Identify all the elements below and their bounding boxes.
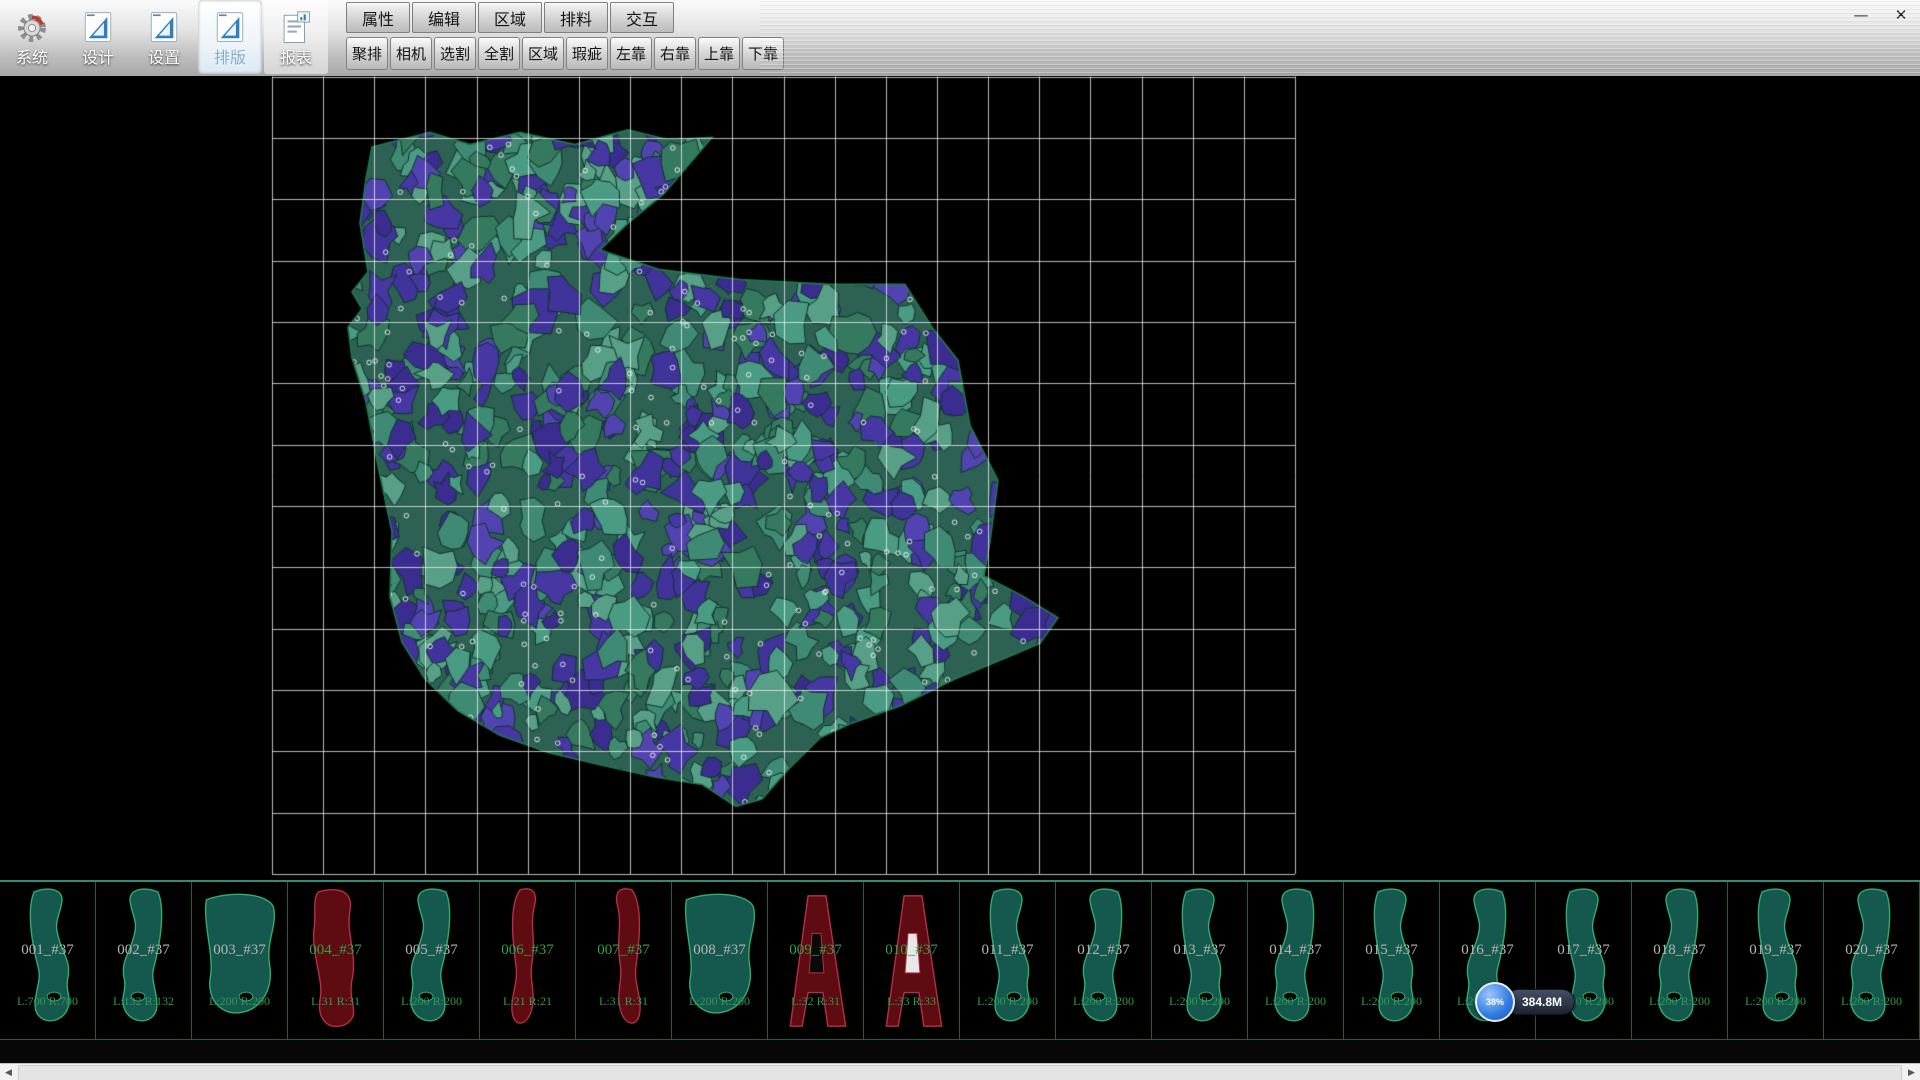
piece-shape [1824, 882, 1920, 1040]
btn-select-cut[interactable]: 选割 [434, 37, 476, 70]
piece-shape [1152, 882, 1248, 1040]
piece-thumbnail-009[interactable]: 009_#37L:32 R:31 [768, 882, 864, 1040]
menu-button-row: 聚排相机选割全割区域瑕疵左靠右靠上靠下靠 [346, 37, 784, 70]
toolbar-item-label: 报表 [280, 50, 312, 67]
piece-thumbnail-019[interactable]: 019_#37L:200 R:200 [1728, 882, 1824, 1040]
piece-shape [288, 882, 384, 1040]
piece-shape [1344, 882, 1440, 1040]
piece-shape [672, 882, 768, 1040]
scrollbar-left-arrow[interactable]: ◀ [0, 1064, 17, 1080]
piece-shape [480, 882, 576, 1040]
piece-shape [960, 882, 1056, 1040]
minimize-button[interactable]: — [1848, 4, 1874, 26]
toolbar-item-label: 排版 [214, 50, 246, 67]
piece-shape [192, 882, 288, 1040]
piece-shape [1728, 882, 1824, 1040]
piece-shape [864, 882, 960, 1040]
btn-defect[interactable]: 瑕疵 [566, 37, 608, 70]
app-window: { "window": { "minimize_label": "—", "cl… [0, 0, 1920, 1080]
progress-badge: 38% [1475, 982, 1515, 1022]
memory-value: 384.8M [1522, 995, 1562, 1009]
window-controls: — ✕ [1848, 4, 1914, 26]
scrollbar-right-arrow[interactable]: ▶ [1903, 1064, 1920, 1080]
piece-thumbnail-015[interactable]: 015_#37L:200 R:200 [1344, 882, 1440, 1040]
piece-thumbnail-006[interactable]: 006_#37L:21 R:21 [480, 882, 576, 1040]
scrollbar-thumb[interactable] [18, 1065, 1902, 1080]
piece-thumbnail-007[interactable]: 007_#37L:31 R:31 [576, 882, 672, 1040]
btn-region[interactable]: 区域 [522, 37, 564, 70]
nesting-workspace [0, 76, 1920, 880]
piece-thumbnail-014[interactable]: 014_#37L:200 R:200 [1248, 882, 1344, 1040]
toolbar-item-design[interactable]: 设计 [66, 0, 130, 74]
piece-shape [384, 882, 480, 1040]
ruler-icon [81, 8, 115, 48]
piece-thumbnail-002[interactable]: 002_#37L:132 R:132 [96, 882, 192, 1040]
toolbar-item-system[interactable]: 系统 [0, 0, 64, 74]
tab-properties[interactable]: 属性 [346, 2, 410, 33]
tab-interactive[interactable]: 交互 [610, 2, 674, 33]
close-button[interactable]: ✕ [1888, 4, 1914, 26]
menu-area: 属性编辑区域排料交互 聚排相机选割全割区域瑕疵左靠右靠上靠下靠 [346, 2, 784, 74]
toolbar-item-settings[interactable]: 设置 [132, 0, 196, 74]
nesting-canvas[interactable] [0, 76, 1920, 880]
toolbar-item-label: 设计 [82, 50, 114, 67]
gear-icon [14, 8, 50, 48]
toolbar-item-nesting[interactable]: 排版 [198, 0, 262, 74]
piece-shape [576, 882, 672, 1040]
piece-shape [96, 882, 192, 1040]
btn-snap-bottom[interactable]: 下靠 [742, 37, 784, 70]
piece-thumbnail-008[interactable]: 008_#37L:200 R:200 [672, 882, 768, 1040]
btn-cluster-nest[interactable]: 聚排 [346, 37, 388, 70]
tab-region[interactable]: 区域 [478, 2, 542, 33]
main-mode-buttons: 系统 设计 设置 排版 报表 [0, 0, 330, 76]
piece-thumbnail-001[interactable]: 001_#37L:700 R:700 [0, 882, 96, 1040]
piece-thumbnail-003[interactable]: 003_#37L:200 R:200 [192, 882, 288, 1040]
toolbar-item-label: 系统 [16, 50, 48, 67]
piece-thumbnail-013[interactable]: 013_#37L:200 R:200 [1152, 882, 1248, 1040]
ruler-icon [213, 8, 247, 48]
piece-thumbnail-011[interactable]: 011_#37L:200 R:200 [960, 882, 1056, 1040]
piece-shape [1248, 882, 1344, 1040]
btn-camera[interactable]: 相机 [390, 37, 432, 70]
memory-indicator: 384.8M [1505, 989, 1575, 1015]
horizontal-scrollbar[interactable]: ◀ ▶ [0, 1063, 1920, 1080]
menu-tab-row: 属性编辑区域排料交互 [346, 2, 784, 33]
btn-snap-right[interactable]: 右靠 [654, 37, 696, 70]
progress-value: 38% [1486, 997, 1504, 1007]
tab-edit[interactable]: 编辑 [412, 2, 476, 33]
piece-shape [1056, 882, 1152, 1040]
toolbar-item-report[interactable]: 报表 [264, 0, 328, 74]
btn-cut-all[interactable]: 全割 [478, 37, 520, 70]
ruler-icon [147, 8, 181, 48]
bottom-gap [0, 1040, 1920, 1063]
piece-shape [768, 882, 864, 1040]
btn-snap-top[interactable]: 上靠 [698, 37, 740, 70]
piece-thumbnail-004[interactable]: 004_#37L:31 R:31 [288, 882, 384, 1040]
piece-thumbnail-018[interactable]: 018_#37L:200 R:200 [1632, 882, 1728, 1040]
toolbar-item-label: 设置 [148, 50, 180, 67]
piece-thumbnail-strip: 001_#37L:700 R:700002_#37L:132 R:132003_… [0, 880, 1920, 1042]
btn-snap-left[interactable]: 左靠 [610, 37, 652, 70]
piece-thumbnail-012[interactable]: 012_#37L:200 R:200 [1056, 882, 1152, 1040]
tab-nesting[interactable]: 排料 [544, 2, 608, 33]
top-toolbar: 系统设计设置排版报表 属性编辑区域排料交互 聚排相机选割全割区域瑕疵左靠右靠上靠… [0, 0, 1920, 77]
piece-shape [1632, 882, 1728, 1040]
piece-thumbnail-010[interactable]: 010_#37L:33 R:33 [864, 882, 960, 1040]
piece-thumbnail-005[interactable]: 005_#37L:200 R:200 [384, 882, 480, 1040]
piece-thumbnail-020[interactable]: 020_#37L:200 R:200 [1824, 882, 1920, 1040]
status-overlay: 38% 384.8M [1475, 982, 1575, 1022]
report-icon [279, 8, 313, 48]
piece-shape [0, 882, 96, 1040]
